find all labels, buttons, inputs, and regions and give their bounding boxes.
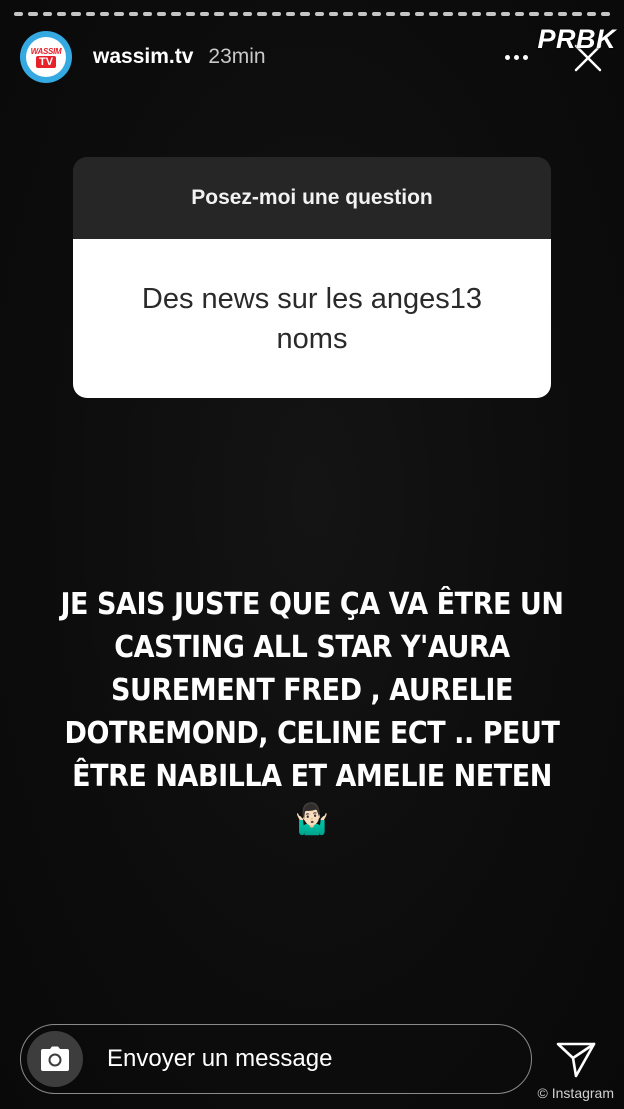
progress-segment (371, 12, 382, 16)
progress-segment (457, 12, 467, 16)
progress-segment (200, 12, 210, 16)
progress-segment (14, 12, 24, 16)
progress-segment (586, 12, 596, 16)
answer-text-block: JE SAIS JUSTE QUE ÇA VA ÊTRE UN CASTING … (58, 583, 566, 841)
avatar-logo: WASSIM TV (26, 37, 66, 77)
story-progress-bar (14, 12, 611, 16)
story-viewer: WASSIM TV wassim.tv 23min PRBK Posez-moi… (0, 0, 624, 1109)
progress-segment (443, 12, 453, 16)
username[interactable]: wassim.tv (93, 45, 193, 69)
progress-segment (228, 12, 238, 16)
more-icon[interactable] (505, 55, 528, 60)
progress-segment (257, 12, 267, 16)
avatar-logo-bottom: TV (35, 55, 57, 68)
question-sticker-title: Posez-moi une question (73, 157, 551, 239)
progress-segment (185, 12, 196, 16)
progress-segment (243, 12, 253, 16)
progress-segment (214, 12, 224, 16)
camera-button[interactable] (27, 1031, 83, 1087)
answer-text: JE SAIS JUSTE QUE ÇA VA ÊTRE UN CASTING … (60, 587, 564, 794)
prbk-watermark: PRBK (537, 24, 616, 54)
progress-segment (500, 12, 510, 16)
progress-segment (314, 12, 324, 16)
progress-segment (56, 12, 67, 16)
progress-segment (543, 12, 553, 16)
progress-segment (271, 12, 281, 16)
progress-segment (285, 12, 296, 16)
send-icon[interactable] (554, 1038, 598, 1082)
progress-segment (429, 12, 439, 16)
progress-segment (529, 12, 539, 16)
progress-segment (357, 12, 367, 16)
avatar[interactable]: WASSIM TV (20, 31, 72, 83)
post-time: 23min (208, 45, 266, 68)
progress-segment (42, 12, 52, 16)
progress-segment (343, 12, 353, 16)
progress-segment (414, 12, 425, 16)
progress-segment (557, 12, 568, 16)
message-placeholder: Envoyer un message (107, 1045, 333, 1072)
progress-segment (514, 12, 525, 16)
progress-segment (128, 12, 138, 16)
progress-segment (157, 12, 167, 16)
story-header: WASSIM TV wassim.tv 23min (20, 30, 604, 84)
instagram-credit: © Instagram (537, 1085, 614, 1101)
progress-segment (28, 12, 38, 16)
progress-segment (71, 12, 81, 16)
progress-segment (400, 12, 410, 16)
progress-segment (572, 12, 582, 16)
message-input[interactable]: Envoyer un message (20, 1024, 532, 1094)
question-sticker[interactable]: Posez-moi une question Des news sur les … (73, 157, 551, 398)
avatar-logo-top: WASSIM (30, 46, 62, 56)
progress-segment (328, 12, 339, 16)
progress-segment (386, 12, 396, 16)
shrug-emoji: 🤷🏻‍♂️ (295, 802, 329, 837)
progress-segment (300, 12, 310, 16)
progress-segment (99, 12, 110, 16)
camera-icon (41, 1046, 69, 1071)
question-sticker-text: Des news sur les anges13 noms (73, 239, 551, 398)
progress-segment (114, 12, 124, 16)
progress-segment (85, 12, 95, 16)
progress-segment (472, 12, 482, 16)
progress-segment (142, 12, 153, 16)
progress-segment (600, 12, 611, 16)
progress-segment (171, 12, 181, 16)
progress-segment (486, 12, 496, 16)
